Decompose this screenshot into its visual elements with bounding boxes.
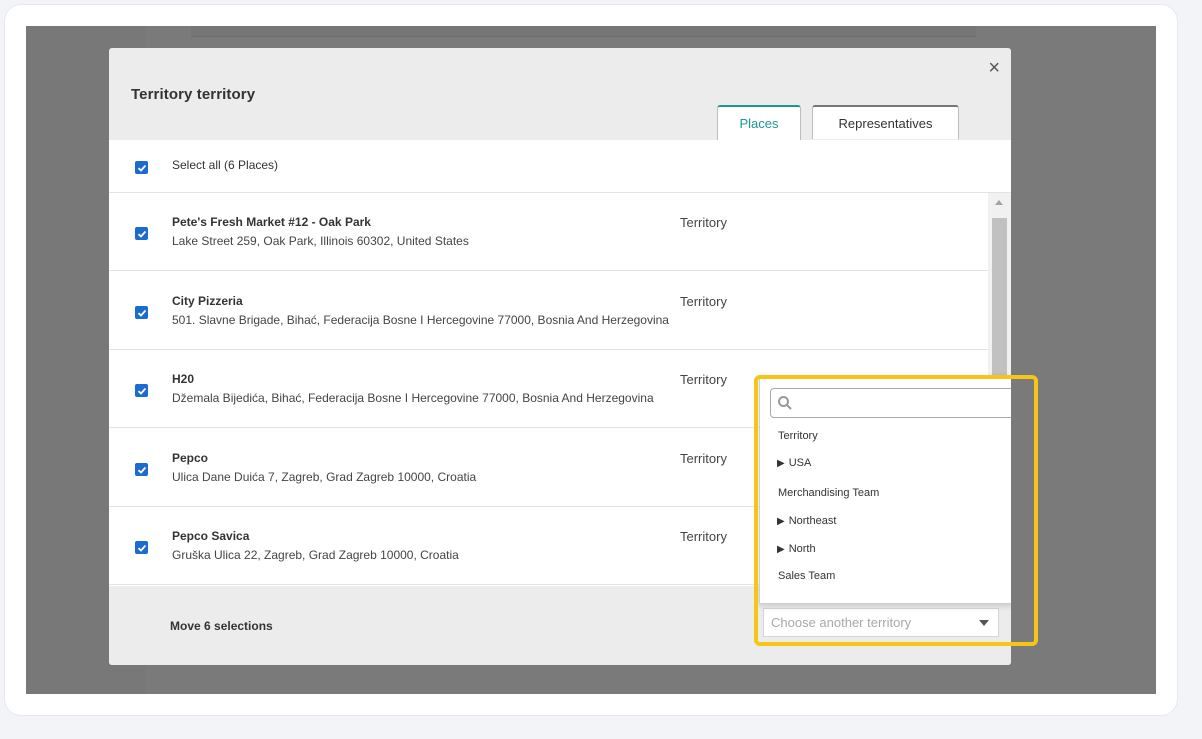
option-northeast[interactable]: ▶ Northeast [777, 515, 836, 527]
territory-dropdown-menu: Territory ▶ USA Merchandising Team ▶ North… [759, 375, 1011, 604]
place-territory: Territory [680, 372, 727, 387]
option-merchandising-team[interactable]: Merchandising Team [778, 487, 879, 499]
place-territory: Territory [680, 529, 727, 544]
row-checkbox[interactable] [135, 306, 148, 319]
territory-select[interactable]: Choose another territory [763, 608, 999, 637]
row-checkbox[interactable] [135, 227, 148, 240]
list-item: City Pizzeria 501. Slavne Brigade, Bihać… [109, 272, 988, 350]
place-name: Pepco [172, 451, 209, 465]
place-territory: Territory [680, 215, 727, 230]
territory-select-placeholder: Choose another territory [771, 615, 912, 630]
expand-arrow-icon[interactable]: ▶ [777, 544, 785, 555]
check-icon [137, 164, 146, 172]
check-icon [137, 309, 146, 317]
place-name: H20 [172, 372, 195, 386]
tab-representatives[interactable]: Representatives [812, 105, 959, 139]
option-label: Territory [778, 430, 818, 442]
place-territory: Territory [680, 294, 727, 309]
place-territory: Territory [680, 451, 727, 466]
tab-places[interactable]: Places [717, 105, 801, 140]
select-all-checkbox[interactable] [135, 161, 148, 174]
chevron-down-icon [979, 620, 989, 626]
territory-search-input[interactable] [770, 388, 1011, 418]
option-north[interactable]: ▶ North [777, 543, 816, 555]
expand-arrow-icon[interactable]: ▶ [777, 516, 785, 527]
territory-modal: × Territory territory Places Representat… [109, 48, 1011, 665]
check-icon [137, 230, 146, 238]
place-address: Ulica Dane Duića 7, Zagreb, Grad Zagreb … [172, 470, 477, 484]
option-label: USA [788, 457, 812, 469]
modal-title: Territory territory [131, 86, 256, 103]
option-label: Northeast [788, 515, 837, 527]
search-icon [778, 396, 792, 410]
option-label: Merchandising Team [778, 487, 880, 499]
scroll-up-arrow-icon[interactable] [995, 200, 1003, 205]
option-territory[interactable]: Territory [778, 430, 818, 442]
option-sales-team[interactable]: Sales Team [778, 570, 835, 582]
row-checkbox[interactable] [135, 463, 148, 476]
place-address: 501. Slavne Brigade, Bihać, Federacija B… [172, 313, 669, 327]
check-icon [137, 387, 146, 395]
option-label: North [788, 543, 816, 555]
move-selections-label: Move 6 selections [170, 619, 273, 633]
option-label: Sales Team [778, 570, 836, 582]
place-address: Džemala Bijedića, Bihać, Federacija Bosn… [172, 391, 654, 405]
row-checkbox[interactable] [135, 384, 148, 397]
option-usa[interactable]: ▶ USA [777, 457, 811, 469]
place-name: Pepco Savica [172, 529, 250, 543]
place-address: Gruška Ulica 22, Zagreb, Grad Zagreb 100… [172, 548, 459, 562]
select-all-label: Select all (6 Places) [172, 158, 279, 172]
background-header [191, 26, 976, 37]
place-name: City Pizzeria [172, 294, 243, 308]
expand-arrow-icon[interactable]: ▶ [777, 458, 785, 469]
select-all-row: Select all (6 Places) [109, 140, 1011, 193]
row-checkbox[interactable] [135, 541, 148, 554]
check-icon [137, 544, 146, 552]
place-name: Pete's Fresh Market #12 - Oak Park [172, 215, 371, 229]
check-icon [137, 466, 146, 474]
list-item: Pete's Fresh Market #12 - Oak Park Lake … [109, 193, 988, 271]
place-address: Lake Street 259, Oak Park, Illinois 6030… [172, 234, 469, 248]
close-icon[interactable]: × [988, 58, 1000, 78]
